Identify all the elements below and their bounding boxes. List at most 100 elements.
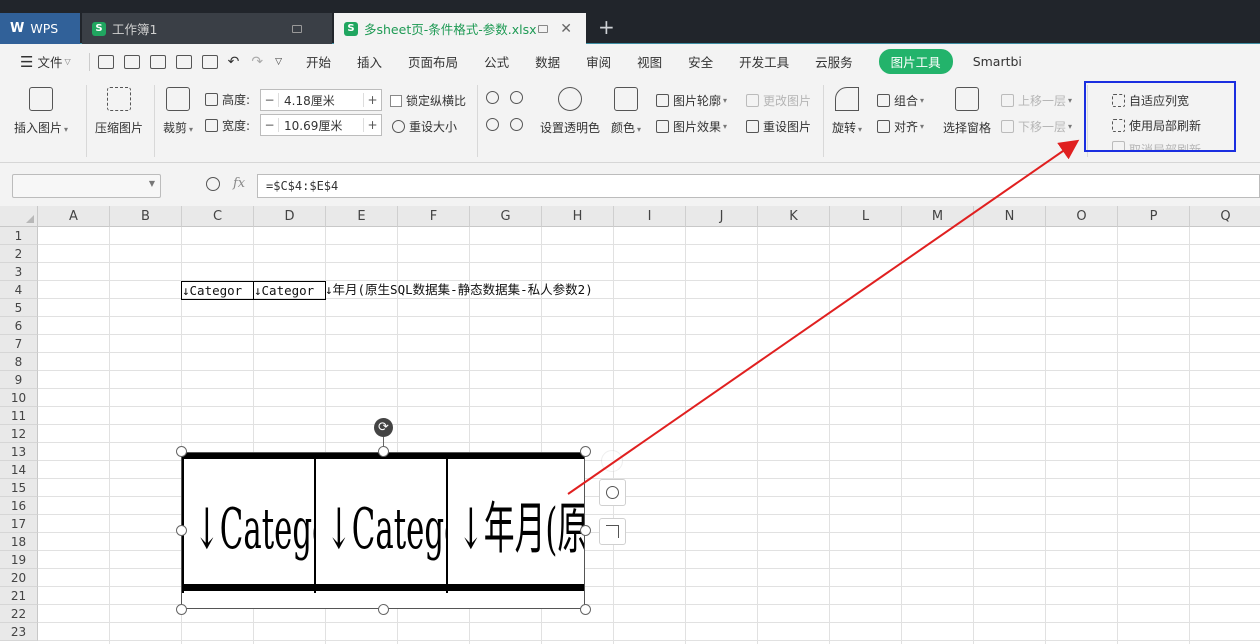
menu-page-layout[interactable]: 页面布局	[408, 52, 458, 71]
redo-icon[interactable]: ↷	[251, 54, 263, 70]
spreadsheet-grid[interactable]: ABCDEFGHIJKLMNOPQ 1 2 3 4 5 6 7 8 9 10 11 12 13 14 15 1…	[0, 206, 1260, 644]
zoom-in-button[interactable]	[599, 479, 626, 506]
layout-options-icon[interactable]	[601, 450, 623, 472]
save-icon[interactable]	[123, 54, 140, 69]
column-header[interactable]: P	[1118, 206, 1190, 227]
open-folder-icon[interactable]	[97, 54, 114, 69]
resize-handle[interactable]	[176, 604, 187, 615]
row-header[interactable]: 15	[0, 479, 38, 497]
width-decrease-button[interactable]: −	[261, 118, 279, 132]
close-tab-icon[interactable]: ✕	[560, 21, 572, 37]
rotate-handle-icon[interactable]: ⟳	[374, 418, 393, 437]
resize-handle[interactable]	[580, 446, 591, 457]
export-pdf-icon[interactable]	[149, 54, 166, 69]
reset-picture-button[interactable]: 重设图片	[746, 118, 811, 135]
selection-pane-button[interactable]: 选择窗格	[943, 87, 991, 136]
row-header[interactable]: 6	[0, 317, 38, 335]
row-header[interactable]: 2	[0, 245, 38, 263]
row-header[interactable]: 1	[0, 227, 38, 245]
checkbox-box[interactable]	[390, 94, 402, 107]
align-button[interactable]: 对齐 ▾	[877, 118, 924, 135]
row-header[interactable]: 23	[0, 623, 38, 641]
rotate-button[interactable]: 旋转 ▾	[832, 87, 862, 136]
column-header[interactable]: I	[614, 206, 686, 227]
width-stepper[interactable]: − 10.69厘米 +	[260, 114, 382, 136]
row-header[interactable]: 13	[0, 443, 38, 461]
column-header[interactable]: B	[110, 206, 182, 227]
row-header[interactable]: 11	[0, 407, 38, 425]
resize-handle[interactable]	[176, 446, 187, 457]
picture-outline-button[interactable]: 图片轮廓 ▾	[656, 92, 727, 109]
height-stepper[interactable]: − 4.18厘米 +	[260, 89, 382, 111]
row-header[interactable]: 19	[0, 551, 38, 569]
crop-button[interactable]: 裁剪 ▾	[163, 87, 193, 136]
fx-icon[interactable]: fx	[233, 176, 245, 191]
row-header[interactable]: 16	[0, 497, 38, 515]
send-backward-button[interactable]: 下移一层 ▾	[1001, 118, 1072, 135]
row-header[interactable]: 12	[0, 425, 38, 443]
color-button[interactable]: 颜色 ▾	[611, 87, 641, 136]
change-picture-button[interactable]: 更改图片	[746, 92, 811, 109]
brightness-up-button[interactable]	[486, 91, 503, 104]
row-header[interactable]: 8	[0, 353, 38, 371]
compress-picture-button[interactable]: 压缩图片	[95, 87, 143, 136]
tab-workbook1[interactable]: S 工作簿1	[82, 13, 332, 44]
height-value[interactable]: 4.18厘米	[279, 92, 363, 109]
tab-wps-home[interactable]: W WPS	[0, 13, 80, 44]
contrast-down-button[interactable]	[510, 118, 527, 131]
menu-formula[interactable]: 公式	[484, 52, 509, 71]
lock-aspect-checkbox[interactable]: 锁定纵横比	[390, 92, 466, 109]
tab-preview-icon[interactable]	[538, 24, 548, 33]
row-header[interactable]: 20	[0, 569, 38, 587]
row-header[interactable]: 21	[0, 587, 38, 605]
column-header[interactable]: E	[326, 206, 398, 227]
print-icon[interactable]	[175, 54, 192, 69]
tab-active-document[interactable]: S 多sheet页-条件格式-参数.xlsx ✕	[334, 13, 586, 44]
picture-effect-button[interactable]: 图片效果 ▾	[656, 118, 727, 135]
column-header[interactable]: H	[542, 206, 614, 227]
tab-preview-icon[interactable]	[292, 24, 302, 33]
zoom-icon[interactable]	[206, 177, 220, 191]
menu-picture-tools[interactable]: 图片工具	[878, 49, 953, 74]
column-header[interactable]: M	[902, 206, 974, 227]
resize-handle[interactable]	[176, 525, 187, 536]
column-header[interactable]: J	[686, 206, 758, 227]
column-header[interactable]: D	[254, 206, 326, 227]
menu-security[interactable]: 安全	[688, 52, 713, 71]
column-header[interactable]: Q	[1190, 206, 1260, 227]
insert-picture-button[interactable]: 插入图片 ▾	[14, 87, 68, 136]
column-header[interactable]: O	[1046, 206, 1118, 227]
height-increase-button[interactable]: +	[363, 93, 381, 107]
name-box[interactable]: ▼	[12, 174, 161, 198]
contrast-up-button[interactable]	[486, 118, 503, 131]
cell-e4[interactable]: ↓年月(原生SQL数据集-静态数据集-私人参数2)	[325, 281, 645, 300]
menu-data[interactable]: 数据	[535, 52, 560, 71]
menu-developer[interactable]: 开发工具	[739, 52, 789, 71]
set-transparent-color-button[interactable]: 设置透明色	[540, 87, 600, 136]
menu-file[interactable]: ☰ 文件 ▽	[20, 52, 71, 71]
row-header[interactable]: 22	[0, 605, 38, 623]
quick-access-dropdown-icon[interactable]: ▽	[275, 57, 282, 67]
row-header[interactable]: 3	[0, 263, 38, 281]
menu-cloud[interactable]: 云服务	[815, 52, 853, 71]
row-header[interactable]: 14	[0, 461, 38, 479]
height-decrease-button[interactable]: −	[261, 93, 279, 107]
resize-handle[interactable]	[580, 525, 591, 536]
column-header[interactable]: L	[830, 206, 902, 227]
row-header[interactable]: 5	[0, 299, 38, 317]
width-value[interactable]: 10.69厘米	[279, 117, 363, 134]
column-header[interactable]: C	[182, 206, 254, 227]
crop-side-button[interactable]	[599, 518, 626, 545]
select-all-corner[interactable]	[0, 206, 38, 227]
row-header[interactable]: 4	[0, 281, 38, 299]
brightness-down-button[interactable]	[510, 91, 527, 104]
row-header[interactable]: 10	[0, 389, 38, 407]
menu-home[interactable]: 开始	[306, 52, 331, 71]
resize-handle[interactable]	[580, 604, 591, 615]
new-tab-button[interactable]: +	[598, 14, 615, 40]
camera-picture[interactable]: ↓Categor ↓Categor ↓年月(原	[181, 452, 585, 609]
undo-icon[interactable]: ↶	[228, 54, 240, 70]
width-increase-button[interactable]: +	[363, 118, 381, 132]
column-header[interactable]: K	[758, 206, 830, 227]
column-header[interactable]: A	[38, 206, 110, 227]
